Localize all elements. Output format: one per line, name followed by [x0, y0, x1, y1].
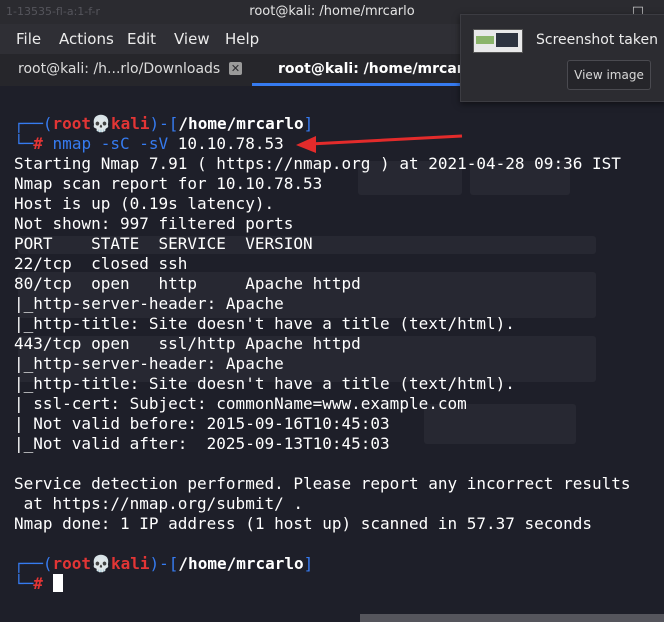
output-line: at https://nmap.org/submit/ . — [14, 494, 303, 513]
output-line: Service detection performed. Please repo… — [14, 474, 631, 493]
menu-edit[interactable]: Edit — [127, 30, 156, 48]
view-image-button[interactable]: View image — [567, 60, 651, 90]
prompt-line: ┌──(root💀kali)-[/home/mrcarlo] — [14, 114, 314, 133]
output-line: | Not valid before: 2015-09-16T10:45:03 — [14, 414, 390, 433]
close-tab-icon[interactable]: ✕ — [229, 62, 242, 75]
output-line: 22/tcp closed ssh — [14, 254, 188, 273]
skull-icon: 💀 — [91, 554, 111, 573]
input-line[interactable]: └─# — [14, 574, 63, 594]
output-line: |_http-title: Site doesn't have a title … — [14, 374, 515, 393]
prompt-symbol: # — [33, 134, 43, 153]
notification-title: Screenshot taken — [536, 32, 658, 48]
menu-help[interactable]: Help — [225, 30, 259, 48]
command-target: 10.10.78.53 — [177, 134, 284, 153]
screenshot-thumbnail[interactable] — [473, 29, 523, 53]
skull-icon: 💀 — [91, 114, 111, 133]
output-line: Starting Nmap 7.91 ( https://nmap.org ) … — [14, 154, 621, 173]
menu-actions[interactable]: Actions — [59, 30, 114, 48]
taskbar-edge — [360, 614, 664, 622]
output-line: Nmap scan report for 10.10.78.53 — [14, 174, 323, 193]
tab-label: root@kali: /h...rlo/Downloads — [18, 61, 221, 77]
command-name: nmap — [52, 134, 92, 153]
screenshot-notification[interactable]: Screenshot taken View image — [460, 14, 664, 102]
output-line: PORT STATE SERVICE VERSION — [14, 234, 313, 253]
tab-label: root@kali: /home/mrcarlo — [278, 61, 479, 77]
command-flags: -sC -sV — [100, 134, 169, 153]
prompt-line: ┌──(root💀kali)-[/home/mrcarlo] — [14, 554, 314, 573]
output-line: |_Not valid after: 2025-09-13T10:45:03 — [14, 434, 390, 453]
tab-downloads[interactable]: root@kali: /h...rlo/Downloads ✕ — [0, 54, 252, 86]
output-line: 80/tcp open http Apache httpd — [14, 274, 361, 293]
menu-file[interactable]: File — [16, 30, 41, 48]
prompt-user: root — [52, 114, 92, 133]
output-line: Host is up (0.19s latency). — [14, 194, 275, 213]
output-line: |_http-title: Site doesn't have a title … — [14, 314, 515, 333]
command-line: └─# nmap -sC -sV 10.10.78.53 — [14, 134, 284, 153]
menu-view[interactable]: View — [174, 30, 210, 48]
output-line: |_http-server-header: Apache — [14, 294, 284, 313]
output-line: Not shown: 997 filtered ports — [14, 214, 294, 233]
prompt-host: kali — [110, 114, 150, 133]
prompt-path: /home/mrcarlo — [178, 114, 304, 133]
output-line: Nmap done: 1 IP address (1 host up) scan… — [14, 514, 592, 533]
output-line: 443/tcp open ssl/http Apache httpd — [14, 334, 361, 353]
output-line: |_http-server-header: Apache — [14, 354, 284, 373]
output-line: | ssl-cert: Subject: commonName=www.exam… — [14, 394, 467, 413]
text-cursor — [52, 574, 63, 592]
